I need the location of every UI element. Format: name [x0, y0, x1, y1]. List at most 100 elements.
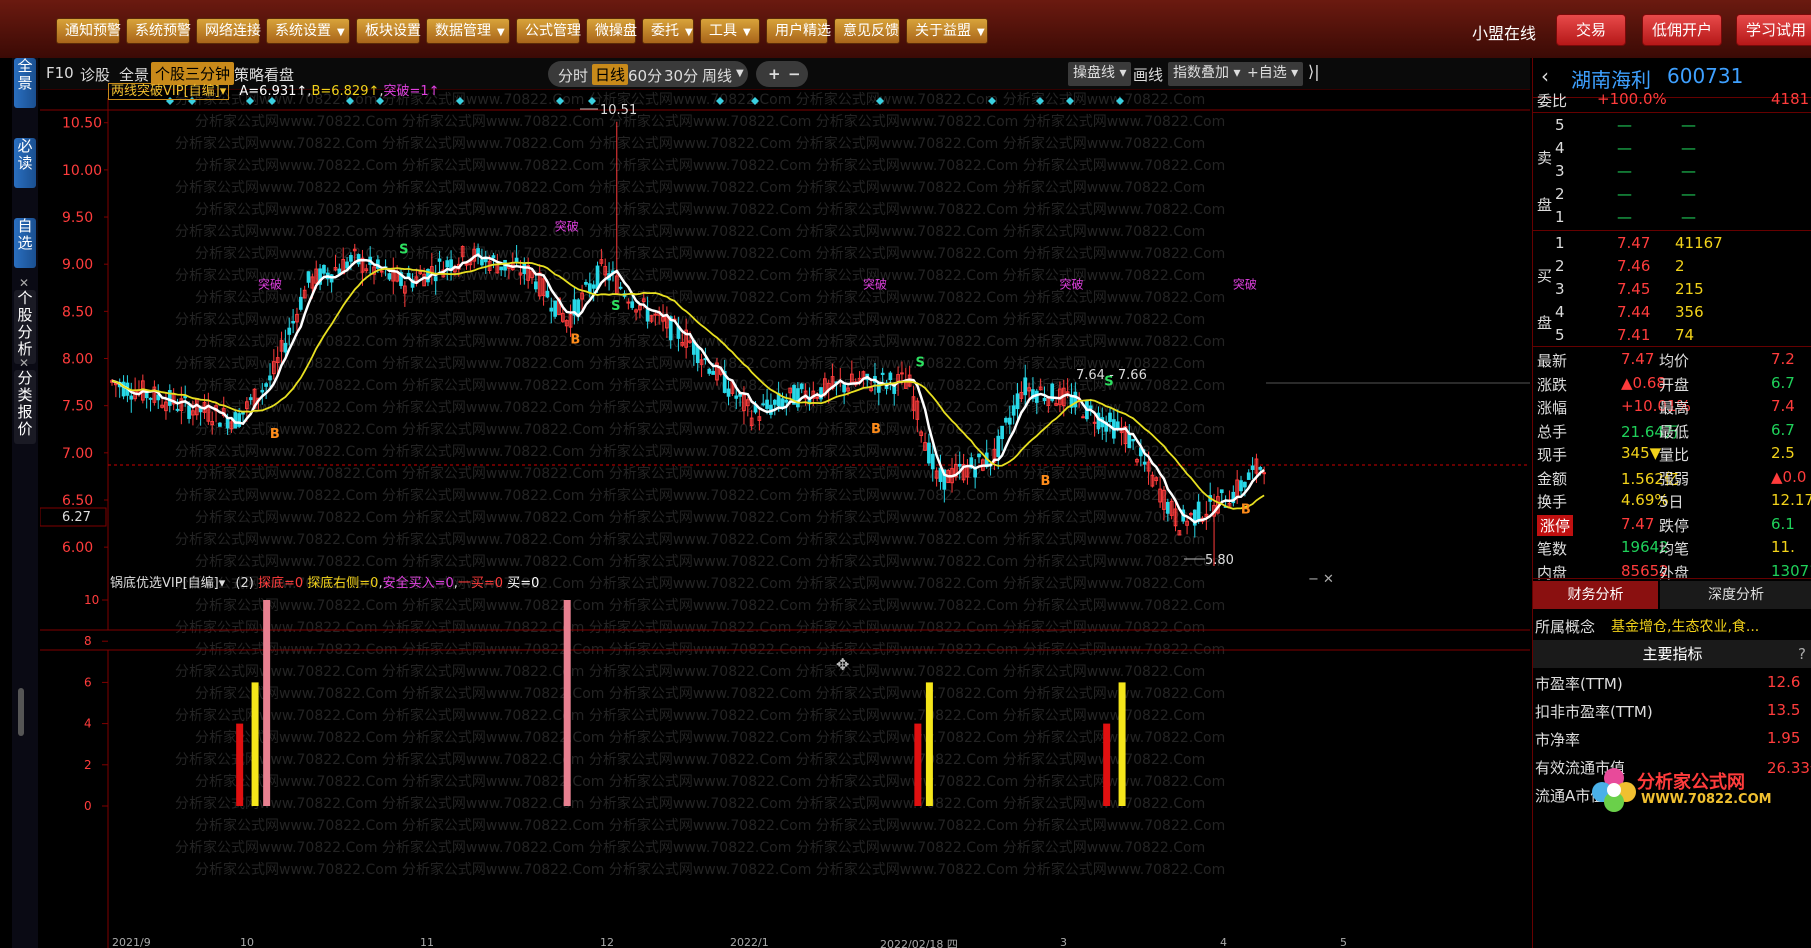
candle-body — [1034, 390, 1039, 403]
indicator-tupo-value: 突破=1↑ — [383, 84, 440, 99]
caopanxian-button[interactable]: 操盘线 ▾ — [1068, 62, 1132, 86]
menu-item-7[interactable]: 微操盘 — [586, 18, 637, 44]
candle-body — [1004, 417, 1008, 423]
candle-body — [799, 383, 804, 390]
candle-body — [437, 258, 442, 262]
buy-book: 买盘 1 7.47 41167 2 7.46 2 3 7.45 215 4 7.44 356 5 7.41… — [1533, 231, 1811, 349]
candle-body — [707, 368, 712, 374]
scrollbar[interactable] — [18, 688, 24, 736]
analysis-tabs: 财务分析 深度分析 — [1533, 581, 1811, 611]
candle-body — [1023, 377, 1028, 396]
period-rixian[interactable]: 日线 — [592, 64, 629, 85]
watermark-text: 分析家公式网www.70822.Com 分析家公式网www.70822.Com … — [175, 663, 1205, 680]
sub-indicator-header: 锅底优选VIP[自编]▾ (2) 探底=0 探底右侧=0,安全买入=0,一买=0… — [110, 576, 540, 591]
close-icon[interactable]: − ✕ — [1308, 572, 1334, 587]
menu-item-6[interactable]: 公式管理 — [516, 18, 581, 44]
zhishu-button[interactable]: 指数叠加 ▾ — [1168, 62, 1246, 86]
zoom-controls: + − — [756, 61, 808, 87]
left-side-tabs: 全景 必读 自选 ✕ 个股分析 ✕ 分类报价 — [12, 58, 38, 948]
y-tick-label: 9.50 — [62, 210, 93, 226]
menu-item-12[interactable]: 关于益盟 ▼ — [906, 18, 988, 44]
period-zhouxian[interactable]: 周线 — [702, 65, 732, 86]
menu-item-9[interactable]: 工具 ▼ — [700, 18, 760, 44]
back-icon[interactable]: ‹ — [1541, 64, 1549, 88]
stat-row-5: 金额 1.562亿 强弱 ▲0.0 — [1537, 467, 1807, 488]
huaxian-button[interactable]: 画线 — [1133, 64, 1163, 85]
zoom-out-button[interactable]: − — [788, 65, 801, 83]
candle-body — [218, 422, 222, 427]
tab-caiwu[interactable]: 财务分析 — [1533, 581, 1658, 609]
candle-body — [618, 286, 623, 289]
sub-bar — [563, 600, 571, 806]
menu-item-3[interactable]: 系统设置 ▼ — [266, 18, 350, 44]
watermark-text: 分析家公式网www.70822.Com 分析家公式网www.70822.Com … — [175, 443, 1205, 460]
expand-icon[interactable]: ⟩| — [1308, 62, 1320, 81]
x-tick-label: 12 — [600, 936, 614, 948]
signal-tupo: 突破 — [555, 219, 579, 234]
candle-body — [283, 342, 288, 353]
x-tick-label: 4 — [1220, 936, 1227, 948]
menu-item-10[interactable]: 用户精选 — [766, 18, 831, 44]
watermark-text: 分析家公式网www.70822.Com 分析家公式网www.70822.Com … — [175, 707, 1205, 724]
sub-bar — [1118, 682, 1126, 806]
menu-item-4[interactable]: 板块设置 — [356, 18, 421, 44]
help-icon[interactable]: ? — [1798, 640, 1806, 668]
candle-body — [1246, 472, 1251, 480]
x-tick-label: 2022/02/18 四 — [880, 938, 958, 948]
tab-fenlei[interactable]: 分类报价 — [14, 370, 36, 444]
candle-body — [237, 413, 242, 427]
x-tick-label: 11 — [420, 936, 434, 948]
watermark-text: 分析家公式网www.70822.Com 分析家公式网www.70822.Com … — [195, 553, 1225, 570]
menu-item-1[interactable]: 系统预警 — [126, 18, 191, 44]
candle-body — [1258, 467, 1263, 470]
tab-quanjing[interactable]: 全景 — [14, 58, 36, 108]
main-indicator-select[interactable]: 两线突破VIP[自编]▾ — [108, 83, 230, 100]
candle-body — [144, 391, 149, 399]
candle-body — [1131, 438, 1135, 442]
candle-body — [711, 370, 715, 375]
sub-safe-buy: 安全买入=0 — [382, 576, 454, 591]
range-label: 7.64 - 7.66 — [1076, 368, 1147, 383]
open-account-button[interactable]: 低佣开户 — [1642, 14, 1722, 46]
candle-body — [129, 395, 134, 400]
chevron-down-icon: ▼ — [977, 27, 985, 38]
candle-body — [1108, 412, 1112, 422]
signal-tupo: 突破 — [258, 277, 282, 292]
menu-item-2[interactable]: 网络连接 — [196, 18, 261, 44]
kline-chart-area[interactable]: 分析家公式网www.70822.Com 分析家公式网www.70822.Com … — [39, 83, 1530, 948]
zixuan-add-button[interactable]: +自选 ▾ — [1242, 62, 1304, 86]
tab-shendu[interactable]: 深度分析 — [1660, 581, 1811, 609]
sub-tandi-right: 探底右侧=0 — [307, 576, 379, 591]
candle-body — [248, 397, 253, 401]
trade-button[interactable]: 交易 — [1556, 14, 1626, 46]
candle-body — [653, 313, 658, 316]
zhengu-button[interactable]: 诊股 — [80, 64, 110, 85]
menu-item-5[interactable]: 数据管理 ▼ — [426, 18, 510, 44]
candle-body — [298, 296, 303, 310]
y-tick-label: 8.50 — [62, 304, 93, 320]
sub-indicator-select[interactable]: 锅底优选VIP[自编]▾ — [110, 576, 225, 591]
f10-button[interactable]: F10 — [46, 64, 74, 82]
signal-b: B — [871, 422, 881, 437]
tab-zixuan[interactable]: 自选 — [14, 218, 36, 268]
menu-item-8[interactable]: 委托 ▼ — [642, 18, 694, 44]
period-60[interactable]: 60分 — [628, 65, 662, 86]
zoom-in-button[interactable]: + — [768, 65, 781, 83]
period-fenshi[interactable]: 分时 — [558, 65, 588, 86]
candle-body — [1250, 465, 1255, 470]
menu-item-0[interactable]: 通知预警 — [56, 18, 121, 44]
candle-body — [1007, 417, 1012, 425]
learn-button[interactable]: 学习试用 — [1736, 14, 1811, 46]
x-tick-label: 2021/9 — [112, 936, 151, 948]
menu-item-11[interactable]: 意见反馈 — [834, 18, 900, 44]
tab-bidu[interactable]: 必读 — [14, 138, 36, 188]
x-tick-label: 3 — [1060, 936, 1067, 948]
close-icon[interactable]: ✕ — [19, 276, 29, 290]
chevron-down-icon[interactable]: ▼ — [736, 68, 744, 79]
watermark-text: 分析家公式网www.70822.Com 分析家公式网www.70822.Com … — [195, 421, 1225, 438]
candle-body — [888, 372, 893, 381]
period-30[interactable]: 30分 — [664, 65, 698, 86]
tab-gegu[interactable]: 个股分析 — [14, 290, 36, 364]
close-icon[interactable]: ✕ — [19, 356, 29, 370]
sub-bar — [251, 682, 259, 806]
